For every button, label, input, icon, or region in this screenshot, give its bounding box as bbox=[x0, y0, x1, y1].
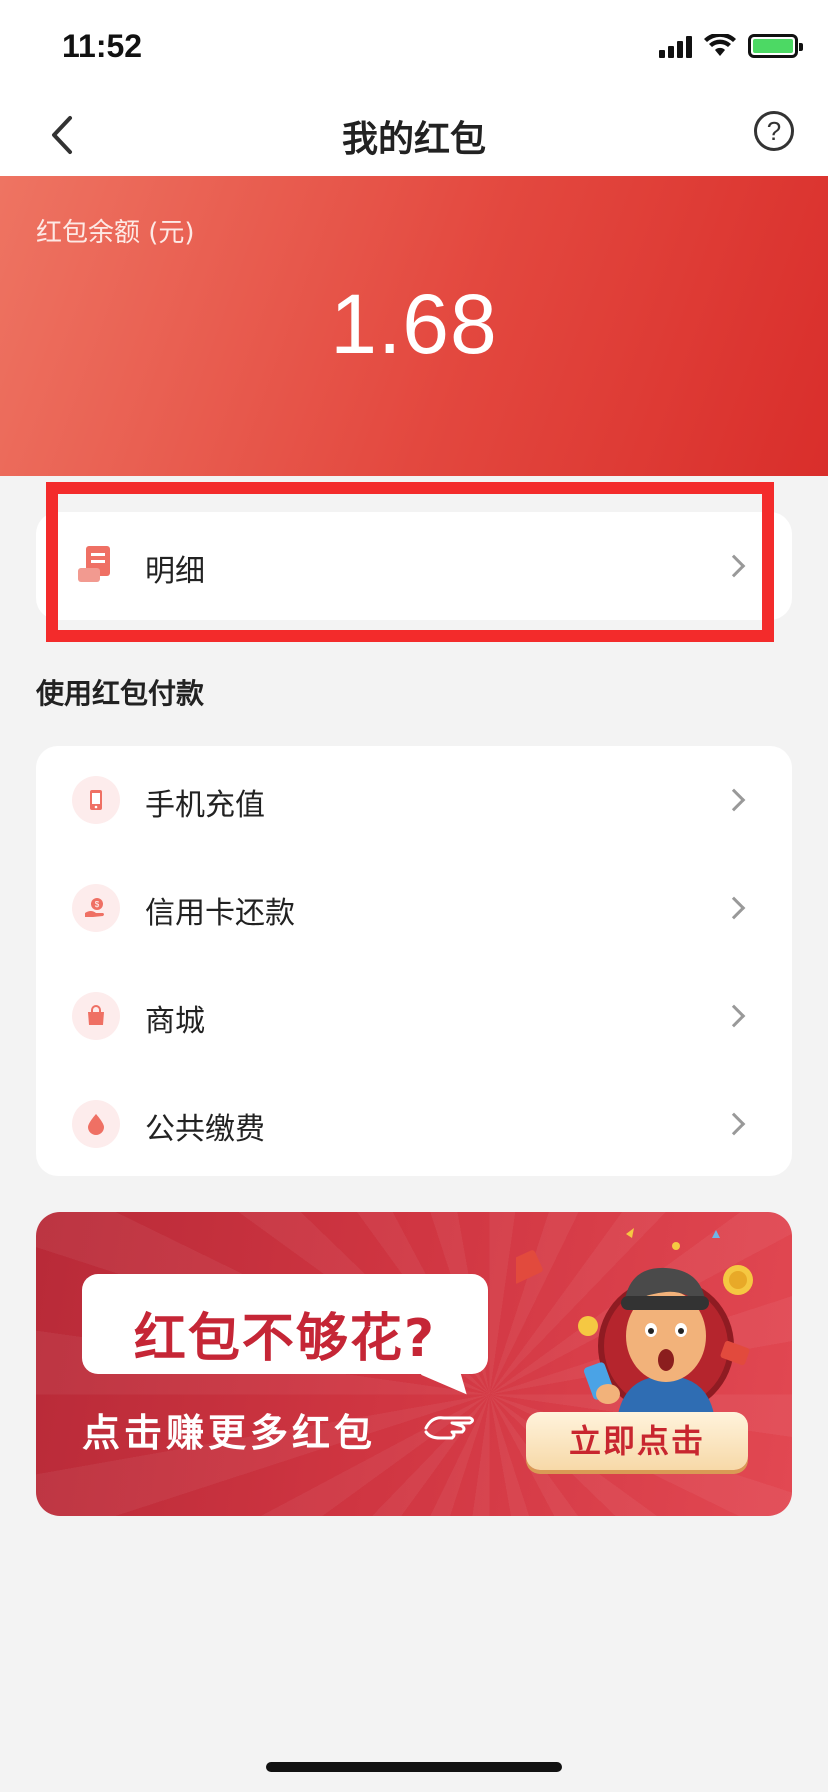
nav-bar: 我的红包 ? bbox=[0, 96, 828, 176]
pay-item-phone-recharge[interactable]: 手机充值 bbox=[36, 746, 792, 854]
pay-item-label: 手机充值 bbox=[145, 788, 265, 823]
pay-item-mall[interactable]: 商城 bbox=[36, 962, 792, 1070]
chevron-right-icon bbox=[722, 788, 746, 812]
receipt-icon bbox=[78, 546, 110, 582]
banner-headline: 红包不够花? bbox=[133, 1309, 437, 1369]
page-title: 我的红包 bbox=[341, 119, 486, 160]
detail-label: 明细 bbox=[145, 554, 205, 589]
pay-options-card: 手机充值 $ 信用卡还款 商城 公共缴费 bbox=[36, 746, 792, 1176]
pay-item-utilities[interactable]: 公共缴费 bbox=[36, 1070, 792, 1178]
chevron-right-icon bbox=[722, 554, 746, 578]
status-icons bbox=[659, 34, 803, 58]
water-drop-icon bbox=[72, 1100, 120, 1148]
character-illustration bbox=[516, 1228, 753, 1436]
promo-banner[interactable]: 红包不够花? 点击赚更多红包 立即点击 bbox=[36, 1212, 792, 1516]
pay-item-label: 公共缴费 bbox=[145, 1112, 265, 1147]
status-bar: 11:52 bbox=[0, 0, 828, 96]
phone-icon bbox=[72, 776, 120, 824]
battery-charging-icon bbox=[748, 34, 803, 58]
question-circle-icon[interactable]: ? bbox=[754, 111, 794, 151]
home-indicator bbox=[266, 1762, 562, 1772]
banner-cta-button[interactable]: 立即点击 bbox=[526, 1412, 748, 1470]
speech-bubble: 红包不够花? bbox=[82, 1274, 488, 1374]
pay-item-credit-card[interactable]: $ 信用卡还款 bbox=[36, 854, 792, 962]
balance-header: 红包余额 (元) 1.68 bbox=[0, 176, 828, 476]
status-time: 11:52 bbox=[62, 28, 143, 64]
chevron-right-icon bbox=[722, 1112, 746, 1136]
chevron-right-icon bbox=[722, 896, 746, 920]
balance-value: 1.68 bbox=[330, 277, 498, 371]
svg-text:$: $ bbox=[95, 900, 100, 909]
shopping-bag-icon bbox=[72, 992, 120, 1040]
hand-coin-icon: $ bbox=[72, 884, 120, 932]
pay-item-label: 信用卡还款 bbox=[145, 896, 295, 931]
chevron-right-icon bbox=[722, 1004, 746, 1028]
section-title: 使用红包付款 bbox=[36, 677, 205, 710]
detail-row[interactable]: 明细 bbox=[36, 512, 792, 620]
balance-label: 红包余额 (元) bbox=[36, 218, 195, 248]
signal-icon bbox=[659, 34, 692, 58]
pointing-hand-icon bbox=[424, 1416, 474, 1440]
pay-item-label: 商城 bbox=[145, 1004, 205, 1039]
banner-subtitle: 点击赚更多红包 bbox=[82, 1411, 377, 1455]
wifi-icon bbox=[704, 34, 736, 56]
